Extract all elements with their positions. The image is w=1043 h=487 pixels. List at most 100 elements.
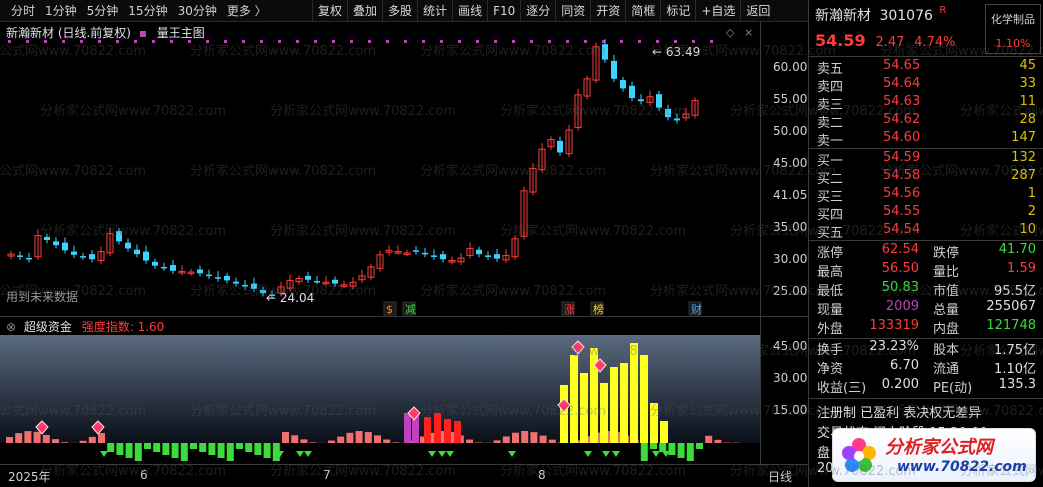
low-price-label: ← 24.04: [266, 291, 314, 305]
by-minute-button[interactable]: 逐分: [520, 0, 555, 22]
signal-dot: [242, 40, 245, 43]
indicator-tick: 15.00: [773, 403, 808, 417]
stat-value: 1.10亿: [994, 362, 1036, 377]
indicator-canvas: [0, 335, 760, 461]
period-tab-more[interactable]: 更多 〉: [222, 0, 272, 22]
signal-dot: [314, 40, 317, 43]
chart-toolbar: 分时 1分钟 5分钟 15分钟 30分钟 更多 〉 复权 叠加 多股 统计 画线…: [0, 0, 808, 22]
fund-bar-surge: [650, 403, 658, 443]
price-tick: 55.00: [773, 92, 808, 106]
period-tab-15min[interactable]: 15分钟: [123, 0, 172, 22]
open-fund-button[interactable]: 开资: [590, 0, 625, 22]
indicator-name[interactable]: 超级资金: [24, 320, 72, 334]
fund-bar-out: [162, 443, 170, 455]
chart-controls: ◇ ×: [726, 26, 753, 39]
stock-name: 新瀚新材: [815, 8, 871, 24]
candlestick-chart[interactable]: ← 63.49 ← 24.04 $ 减 涨 榜 财 新瀚新材 (日线.前复权) ▪ 量王主图…: [0, 22, 808, 316]
stat-label: 市值: [933, 284, 960, 299]
stat-label: 净资: [817, 362, 844, 377]
stat-value: 95.5亿: [994, 284, 1036, 299]
signal-dot: [656, 40, 659, 43]
overlay-button[interactable]: 叠加: [347, 0, 382, 22]
indicator-axis: 45.00 30.00 15.00: [760, 317, 808, 465]
period-tab-minute[interactable]: 分时: [6, 0, 40, 22]
super-fund-indicator-panel[interactable]: ⊗ 超级资金 强度指数: 1.60 45.00 30.00 15.00: [0, 316, 808, 465]
fund-bar-out: [254, 443, 262, 455]
add-watchlist-button[interactable]: +自选: [695, 0, 740, 22]
fund-bar-in: [539, 435, 547, 443]
draw-line-button[interactable]: 画线: [452, 0, 487, 22]
ask-row[interactable]: 卖一 54.60 147: [809, 130, 1043, 149]
bid-row[interactable]: 买四 54.55 2: [809, 204, 1043, 223]
signal-dot: [674, 40, 677, 43]
divider: [809, 56, 1043, 57]
signal-dot: [620, 40, 623, 43]
statistics-button[interactable]: 统计: [417, 0, 452, 22]
fund-bar-in: [328, 440, 335, 443]
ask-row[interactable]: 卖三 54.63 11: [809, 94, 1043, 113]
fund-bar-surge: [600, 383, 608, 443]
bid-row[interactable]: 买一 54.59 132: [809, 150, 1043, 169]
down-arrow-icon: [652, 451, 660, 457]
price-change-pct: 4.74%: [914, 35, 956, 50]
date-label-august: 8: [538, 468, 546, 482]
period-tab-1min[interactable]: 1分钟: [40, 0, 82, 22]
diamond-icon[interactable]: ◇: [726, 26, 734, 39]
period-label[interactable]: 日线: [768, 468, 792, 485]
site-logo: 分析家公式网 www.70822.com: [832, 428, 1036, 482]
stat-row: 净资 6.70 流通 1.10亿: [809, 358, 1043, 377]
bid-volume: 2: [1027, 204, 1036, 219]
mark-button[interactable]: 标记: [660, 0, 695, 22]
fund-bar-out: [107, 443, 115, 452]
back-button[interactable]: 返回: [740, 0, 775, 22]
bid-row[interactable]: 买五 54.54 10: [809, 222, 1043, 241]
candle-body: [224, 275, 230, 281]
last-price: 54.59: [815, 31, 866, 50]
signal-dot: [260, 40, 263, 43]
candle-body: [665, 108, 671, 118]
ask-row[interactable]: 卖四 54.64 33: [809, 76, 1043, 95]
main-indicator-name[interactable]: 量王主图: [157, 26, 205, 40]
candle-body: [413, 250, 419, 252]
bid-volume: 10: [1019, 222, 1036, 237]
fund-bar-out: [199, 443, 207, 452]
simple-frame-button[interactable]: 简框: [625, 0, 660, 22]
signal-dot: [350, 40, 353, 43]
indicator-menu-icon[interactable]: ▪: [139, 26, 147, 40]
signal-dot: [530, 40, 533, 43]
bid-row[interactable]: 买二 54.58 287: [809, 168, 1043, 187]
candle-body: [152, 261, 158, 266]
candle-body: [440, 254, 446, 260]
signal-dot: [332, 40, 335, 43]
ask-price: 54.63: [883, 94, 921, 109]
fund-bar-out: [668, 443, 676, 455]
candle-body: [62, 242, 68, 251]
period-tab-5min[interactable]: 5分钟: [82, 0, 124, 22]
candle-body: [638, 99, 644, 102]
sector-box[interactable]: 化学制品 1.10%: [985, 4, 1041, 54]
quote-panel: 新瀚新材 301076 R 化学制品 1.10% 54.59 2.47 4.74…: [808, 0, 1043, 487]
close-icon[interactable]: ×: [744, 26, 753, 39]
fund-bar-out: [226, 443, 234, 461]
ask-level-label: 卖四: [817, 80, 844, 95]
signal-dot: [566, 40, 569, 43]
multi-stock-button[interactable]: 多股: [382, 0, 417, 22]
f10-button[interactable]: F10: [487, 0, 520, 22]
candle-body: [215, 277, 221, 279]
ask-level-label: 卖三: [817, 98, 844, 113]
restore-rights-button[interactable]: 复权: [312, 0, 347, 22]
fund-bar-red: [444, 419, 451, 443]
ask-row[interactable]: 卖五 54.65 45: [809, 58, 1043, 77]
period-tab-30min[interactable]: 30分钟: [173, 0, 222, 22]
indicator-close-icon[interactable]: ⊗: [6, 320, 16, 334]
down-arrow-icon: [100, 451, 108, 457]
stat-value: 50.83: [881, 280, 919, 295]
ask-row[interactable]: 卖二 54.62 28: [809, 112, 1043, 131]
fund-bar-in: [309, 442, 317, 443]
fund-bar-in: [61, 442, 69, 443]
same-fund-button[interactable]: 同资: [555, 0, 590, 22]
down-arrow-icon: [602, 451, 610, 457]
fund-bar-out: [245, 443, 253, 452]
bid-row[interactable]: 买三 54.56 1: [809, 186, 1043, 205]
fund-bar-in: [15, 433, 23, 443]
